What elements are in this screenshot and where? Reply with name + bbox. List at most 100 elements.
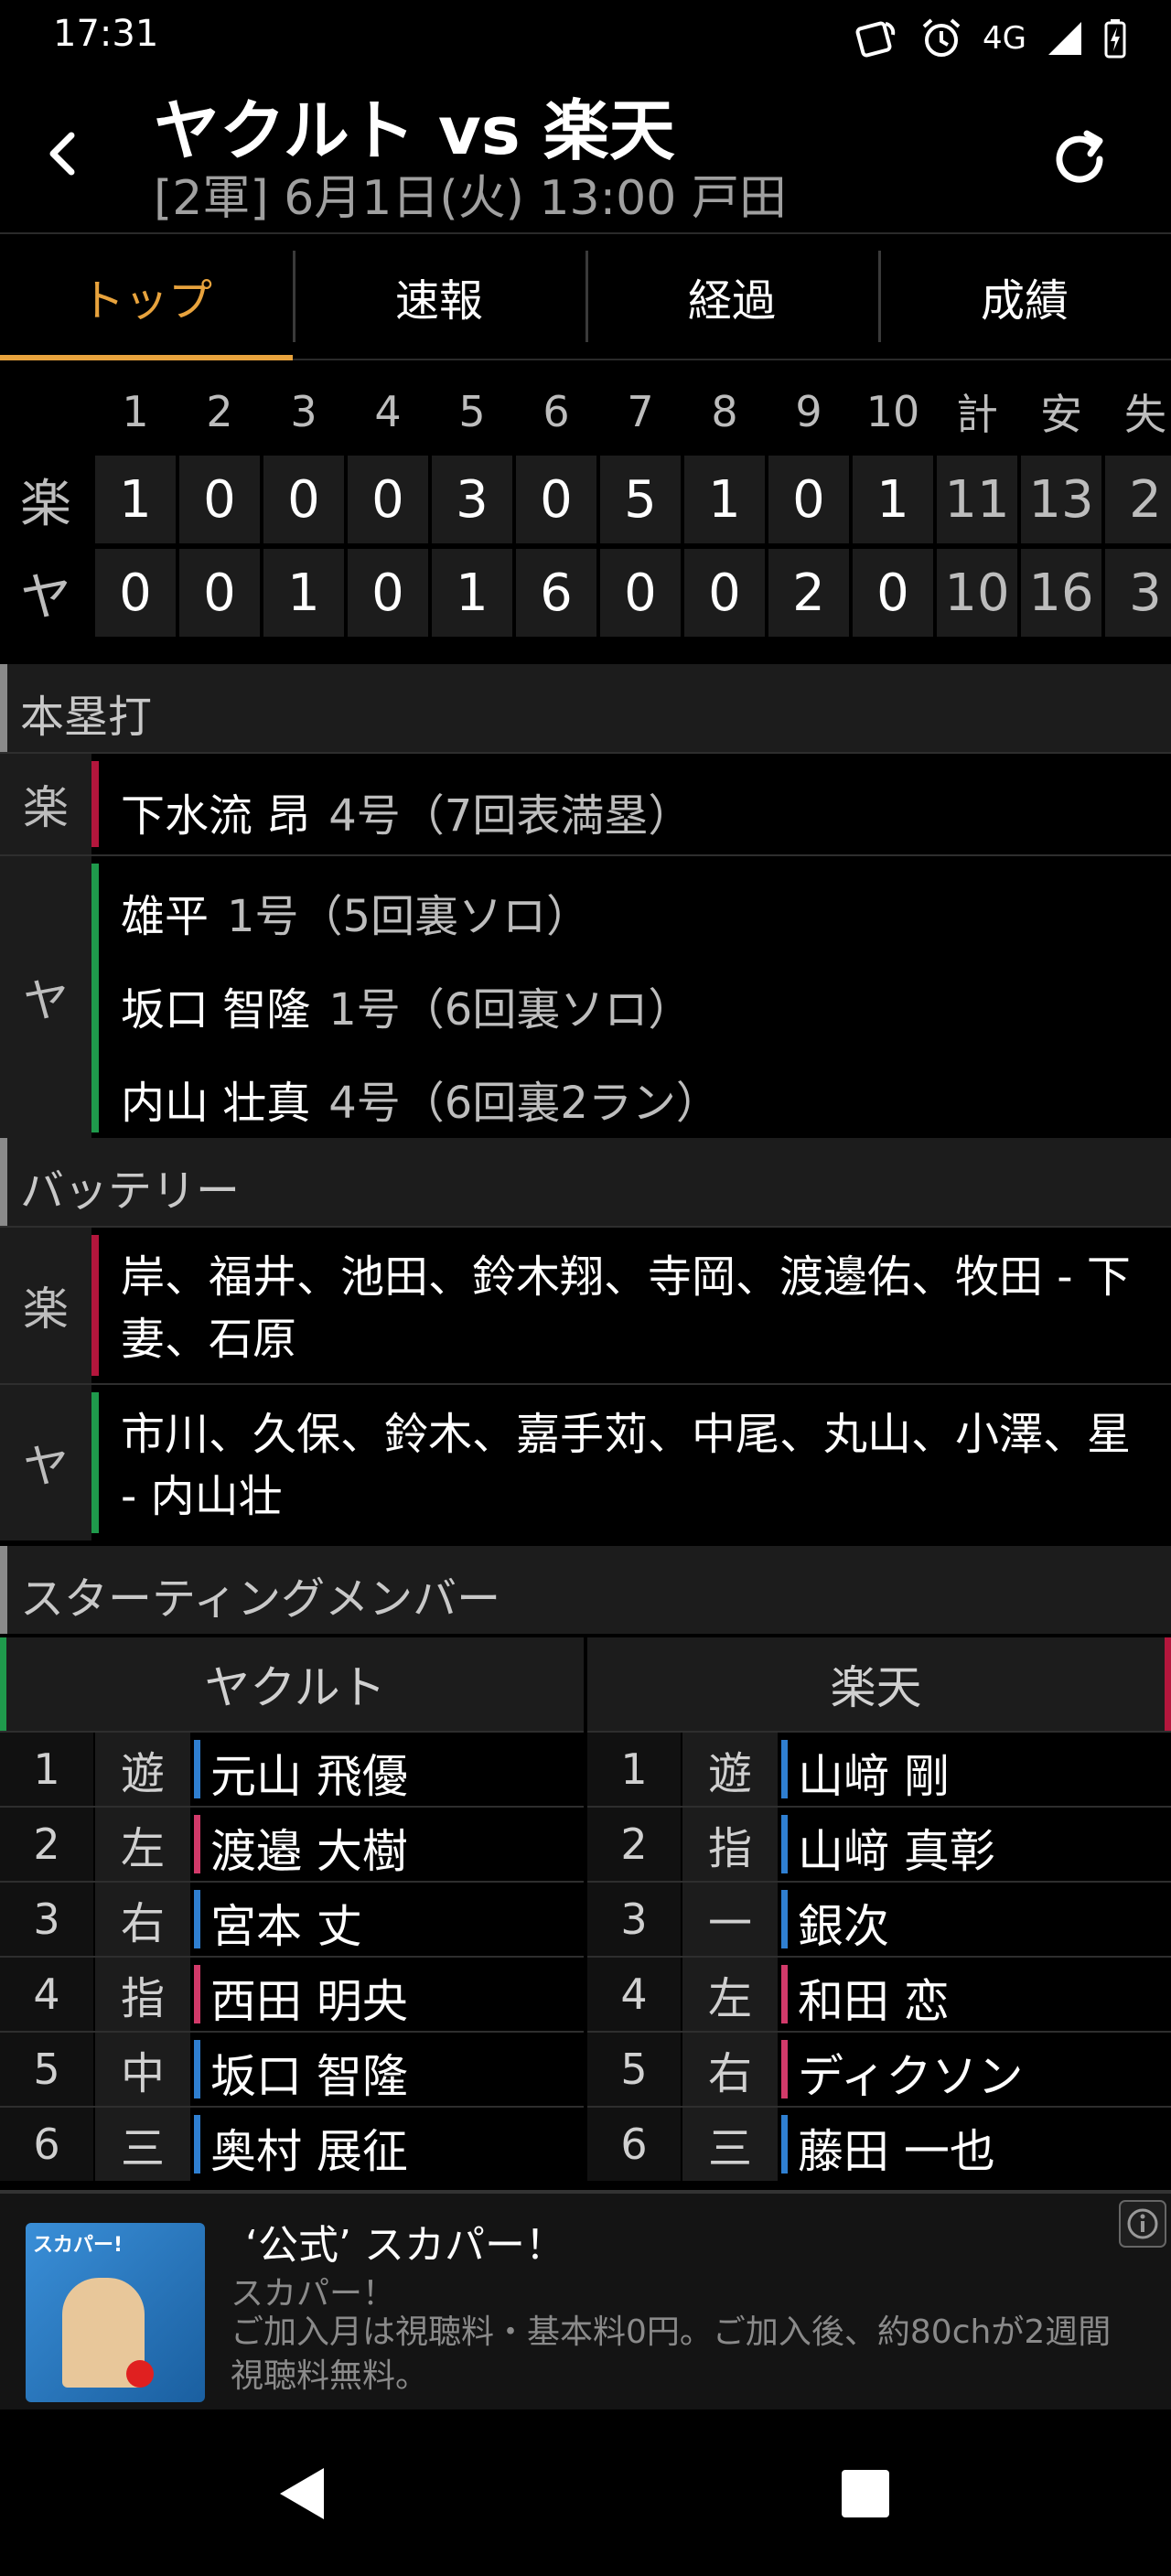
scoreboard-inning-score: 0 [263, 456, 344, 543]
ad-description: ご加入月は視聴料・基本料0円。ご加入後、約80chが2週間視聴料無料。 [231, 2313, 1112, 2395]
player-name: 坂口 智隆 [121, 984, 311, 1036]
scoreboard-column-header: 失 [1124, 390, 1166, 439]
scoreboard-inning-score: 2 [768, 549, 849, 637]
scoreboard-inning-score: 0 [348, 456, 428, 543]
scoreboard-column-header: 1 [122, 387, 149, 436]
homerun-entry: 下水流 昂 4号（7回表満塁） [121, 779, 692, 843]
scoreboard-inning-score: 0 [853, 549, 933, 637]
batting-order: 5 [587, 2033, 681, 2106]
player-name[interactable]: 山﨑 真彰 [798, 1815, 995, 1881]
homerun-heading-label: 本塁打 [20, 692, 153, 743]
ad-info-icon[interactable] [1118, 2199, 1167, 2249]
batting-order: 3 [0, 1883, 93, 1956]
scoreboard-total: 11 [937, 456, 1017, 543]
scoreboard-inning-score: 0 [684, 549, 765, 637]
fielding-position: 一 [682, 1883, 778, 1956]
homerun-note: 1号（5回裏ソロ） [227, 891, 591, 942]
back-arrow-icon[interactable] [37, 126, 91, 181]
batting-order: 4 [0, 1958, 93, 2031]
batting-order: 6 [0, 2108, 93, 2181]
player-name[interactable]: 渡邉 大樹 [210, 1815, 408, 1881]
scoreboard-inning-score: 6 [516, 549, 596, 637]
scoreboard-inning-score: 0 [95, 549, 176, 637]
scoreboard-inning-score: 1 [263, 549, 344, 637]
batting-order: 5 [0, 2033, 93, 2106]
fielding-position: 左 [682, 1958, 778, 2031]
player-name: 内山 壮真 [121, 1078, 311, 1129]
player-name[interactable]: 奥村 展征 [210, 2115, 408, 2181]
tab-progress[interactable]: 経過 [586, 234, 878, 359]
fielding-position: 中 [95, 2033, 190, 2106]
fielding-position: 遊 [682, 1733, 778, 1806]
battery-text: 市川、久保、鈴木、嘉手苅、中尾、丸山、小澤、星 - 内山壮 [121, 1409, 1132, 1522]
nfc-icon [855, 21, 896, 58]
scoreboard-total: 10 [937, 549, 1017, 637]
lineup-row: 6 三藤田 一也 [587, 2106, 1171, 2181]
player-name[interactable]: ディクソン [798, 2040, 1024, 2106]
homerun-entry: 雄平 1号（5回裏ソロ） [121, 880, 590, 944]
handedness-bar [194, 1965, 200, 2023]
player-name[interactable]: 藤田 一也 [798, 2115, 995, 2181]
lineup-row: 4 指西田 明央 [0, 1956, 584, 2031]
scoreboard-inning-score: 1 [432, 549, 512, 637]
lineup-row: 2 左渡邉 大樹 [0, 1806, 584, 1881]
nav-recents-icon[interactable] [840, 2468, 891, 2519]
lineup-row: 3 右宮本 丈 [0, 1881, 584, 1956]
fielding-position: 三 [682, 2108, 778, 2181]
batting-order: 2 [0, 1808, 93, 1881]
battery-heading-label: バッテリー [20, 1165, 241, 1217]
battery-text: 岸、福井、池田、鈴木翔、寺岡、渡邊佑、牧田 - 下妻、石原 [121, 1251, 1131, 1365]
lineup-row: 4 左和田 恋 [587, 1956, 1171, 2031]
battery-heading: バッテリー [0, 1138, 1171, 1226]
battery-icon [1104, 19, 1126, 59]
battery-row-rakuten: 楽 岸、福井、池田、鈴木翔、寺岡、渡邊佑、牧田 - 下妻、石原 [0, 1226, 1171, 1383]
batting-order: 6 [587, 2108, 681, 2181]
scoreboard-total: 3 [1105, 549, 1171, 637]
tab-stats[interactable]: 成績 [878, 234, 1171, 359]
scoreboard-column-header: 9 [795, 387, 822, 436]
player-name[interactable]: 銀次 [798, 1890, 889, 1956]
player-name[interactable]: 坂口 智隆 [210, 2040, 408, 2106]
batting-order: 3 [587, 1883, 681, 1956]
fielding-position: 右 [95, 1883, 190, 1956]
player-name[interactable]: 宮本 丈 [210, 1890, 362, 1956]
fielding-position: 右 [682, 2033, 778, 2106]
scoreboard-inning-score: 1 [95, 456, 176, 543]
handedness-bar [781, 1740, 788, 1798]
lineup-team-rakuten: 楽天 [587, 1637, 1171, 1731]
player-name[interactable]: 西田 明央 [210, 1965, 408, 2031]
tab-live[interactable]: 速報 [293, 234, 586, 359]
team-label: 楽 [0, 754, 91, 854]
player-name: 雄平 [121, 891, 209, 942]
team-color-bar [91, 761, 99, 847]
lineup-row: 6 三奥村 展征 [0, 2106, 584, 2181]
homerun-row-yakult: ヤ 雄平 1号（5回裏ソロ） 坂口 智隆 1号（6回裏ソロ） 内山 壮真 4号（6回裏… [0, 854, 1171, 1138]
system-nav-bar [0, 2410, 1171, 2576]
nav-back-icon[interactable] [274, 2464, 329, 2523]
player-name[interactable]: 和田 恋 [798, 1965, 950, 2031]
player-name[interactable]: 山﨑 剛 [798, 1740, 950, 1806]
ad-image[interactable]: スカパー! [26, 2223, 205, 2402]
handedness-bar [194, 1815, 200, 1873]
scoreboard-column-header: 計 [956, 390, 998, 439]
homerun-note: 4号（7回表満塁） [328, 790, 693, 842]
team-color-bar [91, 1235, 99, 1376]
homerun-row-rakuten: 楽 下水流 昂 4号（7回表満塁） [0, 752, 1171, 854]
tab-top[interactable]: トップ [0, 234, 293, 360]
scoreboard-inning-score: 1 [853, 456, 933, 543]
ad-source: スカパー！ [231, 2275, 396, 2313]
ad-title[interactable]: ‘公式’ スカパー！ [245, 2212, 565, 2270]
homerun-note: 4号（6回裏2ラン） [328, 1078, 720, 1129]
game-info: [2軍] 6月1日(火) 13:00 戸田 [154, 171, 787, 226]
batting-order: 1 [587, 1733, 681, 1806]
refresh-icon[interactable] [1043, 123, 1116, 196]
player-name[interactable]: 元山 飛優 [210, 1740, 408, 1806]
scoreboard-total: 16 [1021, 549, 1101, 637]
homerun-heading: 本塁打 [0, 664, 1171, 752]
scoreboard-inning-score: 0 [348, 549, 428, 637]
scoreboard-inning-score: 0 [179, 456, 260, 543]
handedness-bar [194, 1890, 200, 1948]
team-color-bar [91, 1392, 99, 1533]
handedness-bar [781, 1965, 788, 2023]
ad-banner[interactable]: スカパー! ‘公式’ スカパー！ スカパー！ ご加入月は視聴料・基本料0円。ご加… [0, 2190, 1171, 2413]
